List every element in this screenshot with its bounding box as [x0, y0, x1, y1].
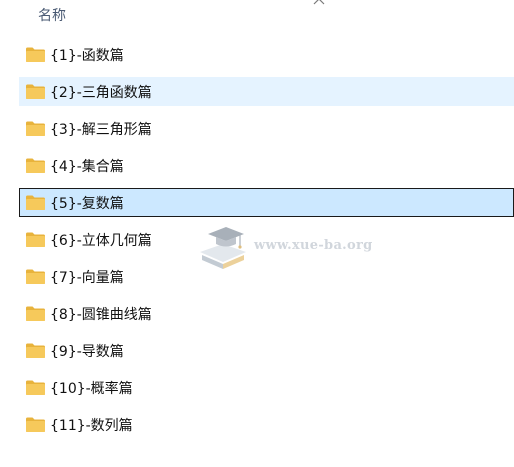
folder-row-10[interactable]: {10}-概率篇: [0, 369, 514, 406]
folder-row-2[interactable]: {2}-三角函数篇: [0, 73, 514, 110]
folder-icon: [26, 195, 45, 210]
folder-icon: [26, 380, 45, 395]
folder-label: {10}-概率篇: [50, 381, 133, 397]
folder-label: {3}-解三角形篇: [50, 122, 152, 138]
folder-label: {5}-复数篇: [50, 196, 124, 212]
folder-icon: [26, 343, 45, 358]
file-explorer-view: 名称 {1}-函数篇 {2}-三角函数篇 {3}-解三角形篇 {4}-集合篇 {…: [0, 0, 514, 467]
folder-label: {6}-立体几何篇: [50, 233, 152, 249]
folder-icon: [26, 158, 45, 173]
folder-icon: [26, 121, 45, 136]
folder-icon: [26, 84, 45, 99]
folder-icon: [26, 269, 45, 284]
folder-label: {2}-三角函数篇: [50, 85, 152, 101]
folder-label: {11}-数列篇: [50, 418, 133, 434]
name-column-header[interactable]: 名称: [38, 5, 66, 25]
graduation-cap-book-icon: [200, 227, 246, 269]
folder-row-5[interactable]: {5}-复数篇: [0, 184, 514, 221]
folder-row-8[interactable]: {8}-圆锥曲线篇: [0, 295, 514, 332]
folder-icon: [26, 417, 45, 432]
watermark: www.xue-ba.org: [196, 222, 396, 272]
folder-row-1[interactable]: {1}-函数篇: [0, 36, 514, 73]
folder-row-9[interactable]: {9}-导数篇: [0, 332, 514, 369]
folder-row-11[interactable]: {11}-数列篇: [0, 406, 514, 443]
folder-row-4[interactable]: {4}-集合篇: [0, 147, 514, 184]
folder-row-3[interactable]: {3}-解三角形篇: [0, 110, 514, 147]
folder-label: {8}-圆锥曲线篇: [50, 307, 152, 323]
folder-label: {4}-集合篇: [50, 159, 124, 175]
watermark-text: www.xue-ba.org: [254, 238, 373, 253]
chevron-up-icon[interactable]: [313, 0, 325, 5]
folder-icon: [26, 232, 45, 247]
folder-label: {9}-导数篇: [50, 344, 124, 360]
folder-label: {1}-函数篇: [50, 48, 124, 64]
folder-label: {7}-向量篇: [50, 270, 124, 286]
folder-icon: [26, 47, 45, 62]
folder-icon: [26, 306, 45, 321]
